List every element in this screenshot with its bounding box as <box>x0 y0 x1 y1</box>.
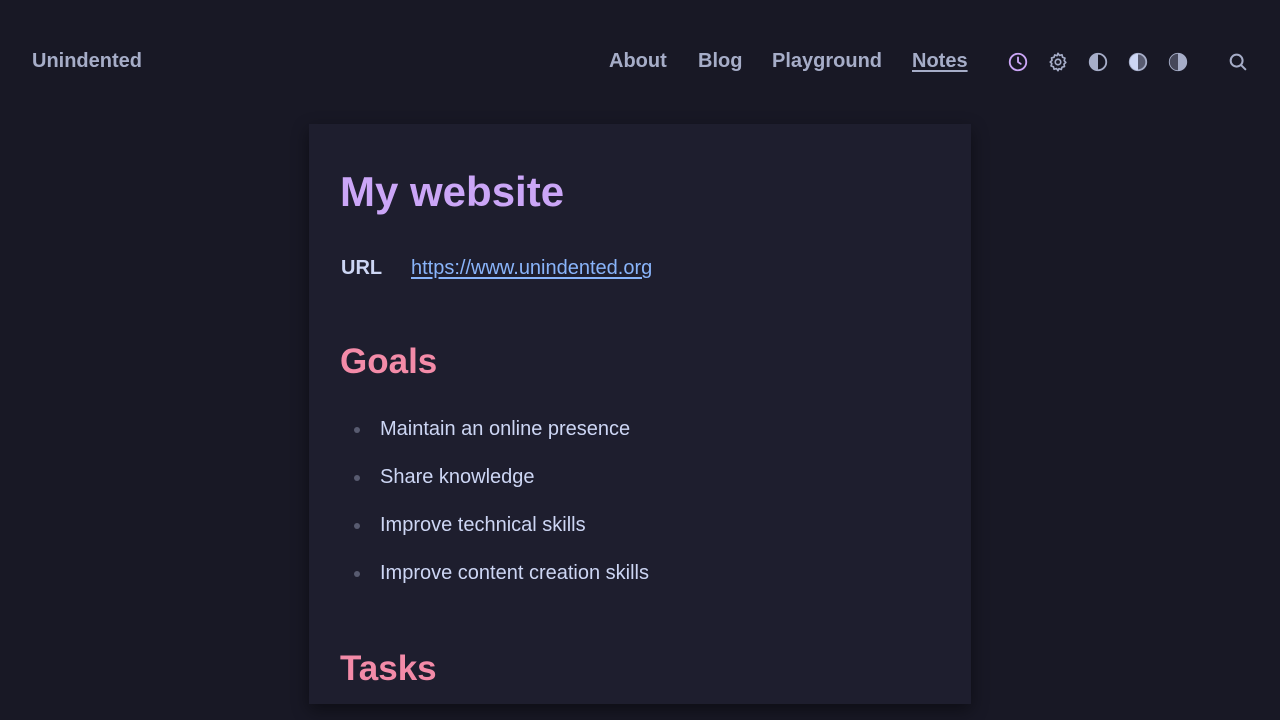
website-url-link[interactable]: https://www.unindented.org <box>411 257 652 280</box>
contrast-icon[interactable] <box>1084 48 1112 76</box>
bullet-icon <box>354 475 360 481</box>
list-item: Improve technical skills <box>340 514 649 562</box>
bullet-icon <box>354 427 360 433</box>
list-item: Improve content creation skills <box>340 562 649 610</box>
contrast-icon[interactable] <box>1164 48 1192 76</box>
list-item-text: Share knowledge <box>380 466 535 488</box>
url-label: URL <box>341 257 383 279</box>
goals-heading: Goals <box>340 342 438 381</box>
note-card: My website URL https://www.unindented.or… <box>309 124 971 704</box>
clock-icon[interactable] <box>1004 48 1032 76</box>
nav-about-link[interactable]: About <box>609 50 667 73</box>
goals-list: Maintain an online presence Share knowle… <box>340 418 649 610</box>
nav-playground-link[interactable]: Playground <box>772 50 882 73</box>
list-item-text: Maintain an online presence <box>380 418 631 440</box>
list-item-text: Improve technical skills <box>380 514 586 536</box>
bullet-icon <box>354 571 360 577</box>
tasks-heading: Tasks <box>340 649 437 688</box>
nav-blog-link[interactable]: Blog <box>698 50 742 73</box>
list-item-text: Improve content creation skills <box>380 562 650 584</box>
list-item: Share knowledge <box>340 466 649 514</box>
site-brand-link[interactable]: Unindented <box>32 50 142 73</box>
site-header: Unindented About Blog Playground Notes <box>0 0 1280 124</box>
contrast-icon[interactable] <box>1124 48 1152 76</box>
page-title: My website <box>340 168 565 215</box>
nav-notes-link[interactable]: Notes <box>912 50 968 73</box>
bullet-icon <box>354 523 360 529</box>
gear-icon[interactable] <box>1044 48 1072 76</box>
list-item: Maintain an online presence <box>340 418 649 466</box>
search-icon[interactable] <box>1224 48 1252 76</box>
